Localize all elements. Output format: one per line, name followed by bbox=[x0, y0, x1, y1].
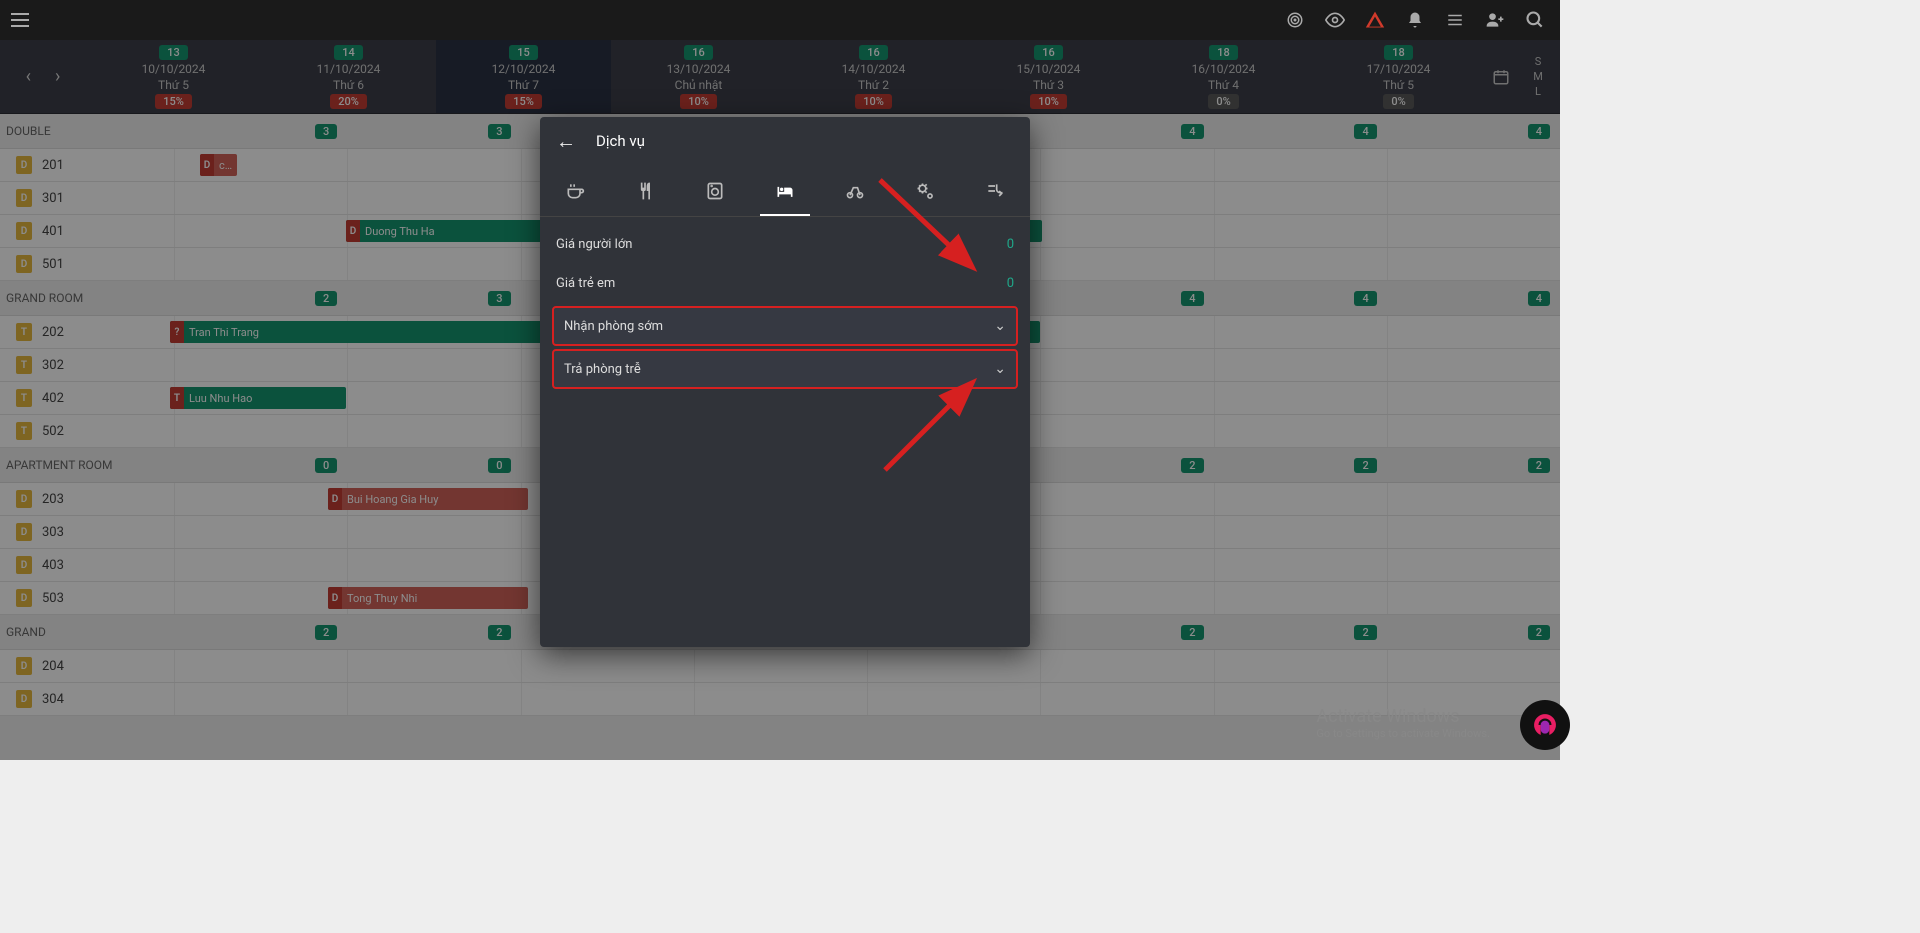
chevron-down-icon: ⌄ bbox=[994, 318, 1006, 334]
early-checkin-select[interactable]: Nhận phòng sớm ⌄ bbox=[552, 306, 1018, 346]
bell-icon[interactable] bbox=[1404, 9, 1426, 31]
service-modal: ← Dịch vụ Giá người lớn 0 Giá trẻ em 0 N… bbox=[540, 117, 1030, 647]
target-icon[interactable] bbox=[1284, 9, 1306, 31]
tab-laundry[interactable] bbox=[680, 165, 750, 216]
tab-bike[interactable] bbox=[820, 165, 890, 216]
tab-plug[interactable] bbox=[960, 165, 1030, 216]
back-icon[interactable]: ← bbox=[556, 129, 576, 154]
tab-coffee[interactable] bbox=[540, 165, 610, 216]
add-user-icon[interactable] bbox=[1484, 9, 1506, 31]
menu-icon[interactable] bbox=[8, 8, 32, 32]
late-checkout-select[interactable]: Trả phòng trễ ⌄ bbox=[552, 349, 1018, 389]
early-checkin-label: Nhận phòng sớm bbox=[564, 319, 663, 334]
modal-title: Dịch vụ bbox=[596, 132, 645, 150]
price-child-label: Giá trẻ em bbox=[556, 276, 615, 291]
chat-bubble[interactable] bbox=[1520, 700, 1570, 750]
late-checkout-label: Trả phòng trễ bbox=[564, 362, 641, 377]
price-adult-label: Giá người lớn bbox=[556, 237, 632, 252]
eye-icon[interactable] bbox=[1324, 9, 1346, 31]
search-icon[interactable] bbox=[1524, 9, 1546, 31]
price-child-row: Giá trẻ em 0 bbox=[552, 264, 1018, 303]
price-adult-value[interactable]: 0 bbox=[1007, 237, 1014, 252]
price-adult-row: Giá người lớn 0 bbox=[552, 225, 1018, 264]
topbar bbox=[0, 0, 1560, 40]
tab-restaurant[interactable] bbox=[610, 165, 680, 216]
price-child-value[interactable]: 0 bbox=[1007, 276, 1014, 291]
tab-settings[interactable] bbox=[890, 165, 960, 216]
list-icon[interactable] bbox=[1444, 9, 1466, 31]
warning-icon[interactable] bbox=[1364, 9, 1386, 31]
chevron-down-icon: ⌄ bbox=[994, 361, 1006, 377]
tab-bed[interactable] bbox=[750, 165, 820, 216]
